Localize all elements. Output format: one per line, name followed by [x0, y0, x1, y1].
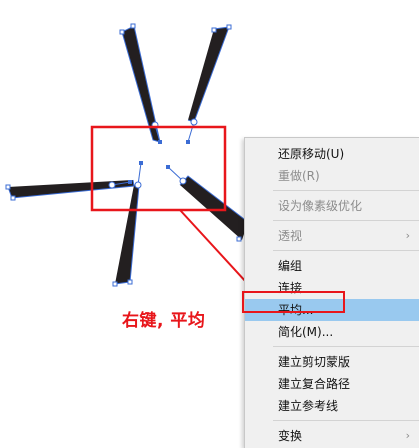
- menu-item[interactable]: 还原移动(U): [245, 143, 419, 165]
- menu-item: 透视 ›: [245, 225, 419, 247]
- menu-item-label: 编组: [278, 259, 303, 273]
- menu-separator: [273, 346, 419, 347]
- menu-item-label: 建立参考线: [278, 399, 339, 413]
- anchor-point[interactable]: [236, 236, 242, 242]
- anchor-center[interactable]: [134, 181, 142, 189]
- anchor-point[interactable]: [10, 195, 16, 201]
- spike-top-right: [188, 27, 229, 122]
- anchor-point[interactable]: [119, 29, 125, 35]
- menu-separator: [273, 190, 419, 191]
- menu-item[interactable]: 建立剪切蒙版: [245, 351, 419, 373]
- chevron-right-icon: ›: [405, 429, 410, 442]
- anchor-point[interactable]: [5, 184, 11, 190]
- menu-item-label: 重做(R): [278, 169, 320, 183]
- anchor-point-selected[interactable]: [128, 180, 132, 184]
- average-item-callout-box: [242, 291, 345, 313]
- menu-item: 重做(R): [245, 165, 419, 187]
- spike-bottom: [115, 185, 139, 284]
- menu-item-label: 还原移动(U): [278, 147, 345, 161]
- anchor-center[interactable]: [108, 181, 116, 189]
- anchor-point-selected[interactable]: [186, 140, 190, 144]
- menu-item-label: 设为像素级优化: [278, 199, 363, 213]
- anchor-center[interactable]: [190, 118, 198, 126]
- anchor-center[interactable]: [179, 177, 187, 185]
- menu-item-label: 变换: [278, 429, 303, 443]
- menu-item-label: 简化(M)...: [278, 325, 334, 339]
- menu-item-label: 建立剪切蒙版: [278, 355, 351, 369]
- menu-item-label: 建立复合路径: [278, 377, 351, 391]
- menu-item[interactable]: 编组: [245, 255, 419, 277]
- anchor-point[interactable]: [127, 279, 133, 285]
- menu-separator: [273, 420, 419, 421]
- spike-left: [8, 180, 134, 198]
- menu-separator: [273, 250, 419, 251]
- anchor-point[interactable]: [226, 24, 232, 30]
- anchor-point[interactable]: [130, 23, 136, 29]
- anchor-point-selected[interactable]: [166, 165, 170, 169]
- chevron-right-icon: ›: [405, 229, 410, 242]
- anchor-point[interactable]: [112, 281, 118, 287]
- menu-item: 设为像素级优化: [245, 195, 419, 217]
- menu-separator: [273, 220, 419, 221]
- menu-item[interactable]: 简化(M)...: [245, 321, 419, 343]
- instruction-label: 右键, 平均: [122, 311, 206, 331]
- anchor-point[interactable]: [211, 27, 217, 33]
- spike-right: [180, 176, 248, 240]
- selected-anchors[interactable]: [128, 140, 190, 184]
- anchor-point-selected[interactable]: [158, 140, 162, 144]
- menu-item[interactable]: 建立参考线: [245, 395, 419, 417]
- menu-item[interactable]: 建立复合路径: [245, 373, 419, 395]
- menu-item-label: 透视: [278, 229, 303, 243]
- menu-item[interactable]: 变换 ›: [245, 425, 419, 447]
- anchor-point-selected[interactable]: [139, 161, 143, 165]
